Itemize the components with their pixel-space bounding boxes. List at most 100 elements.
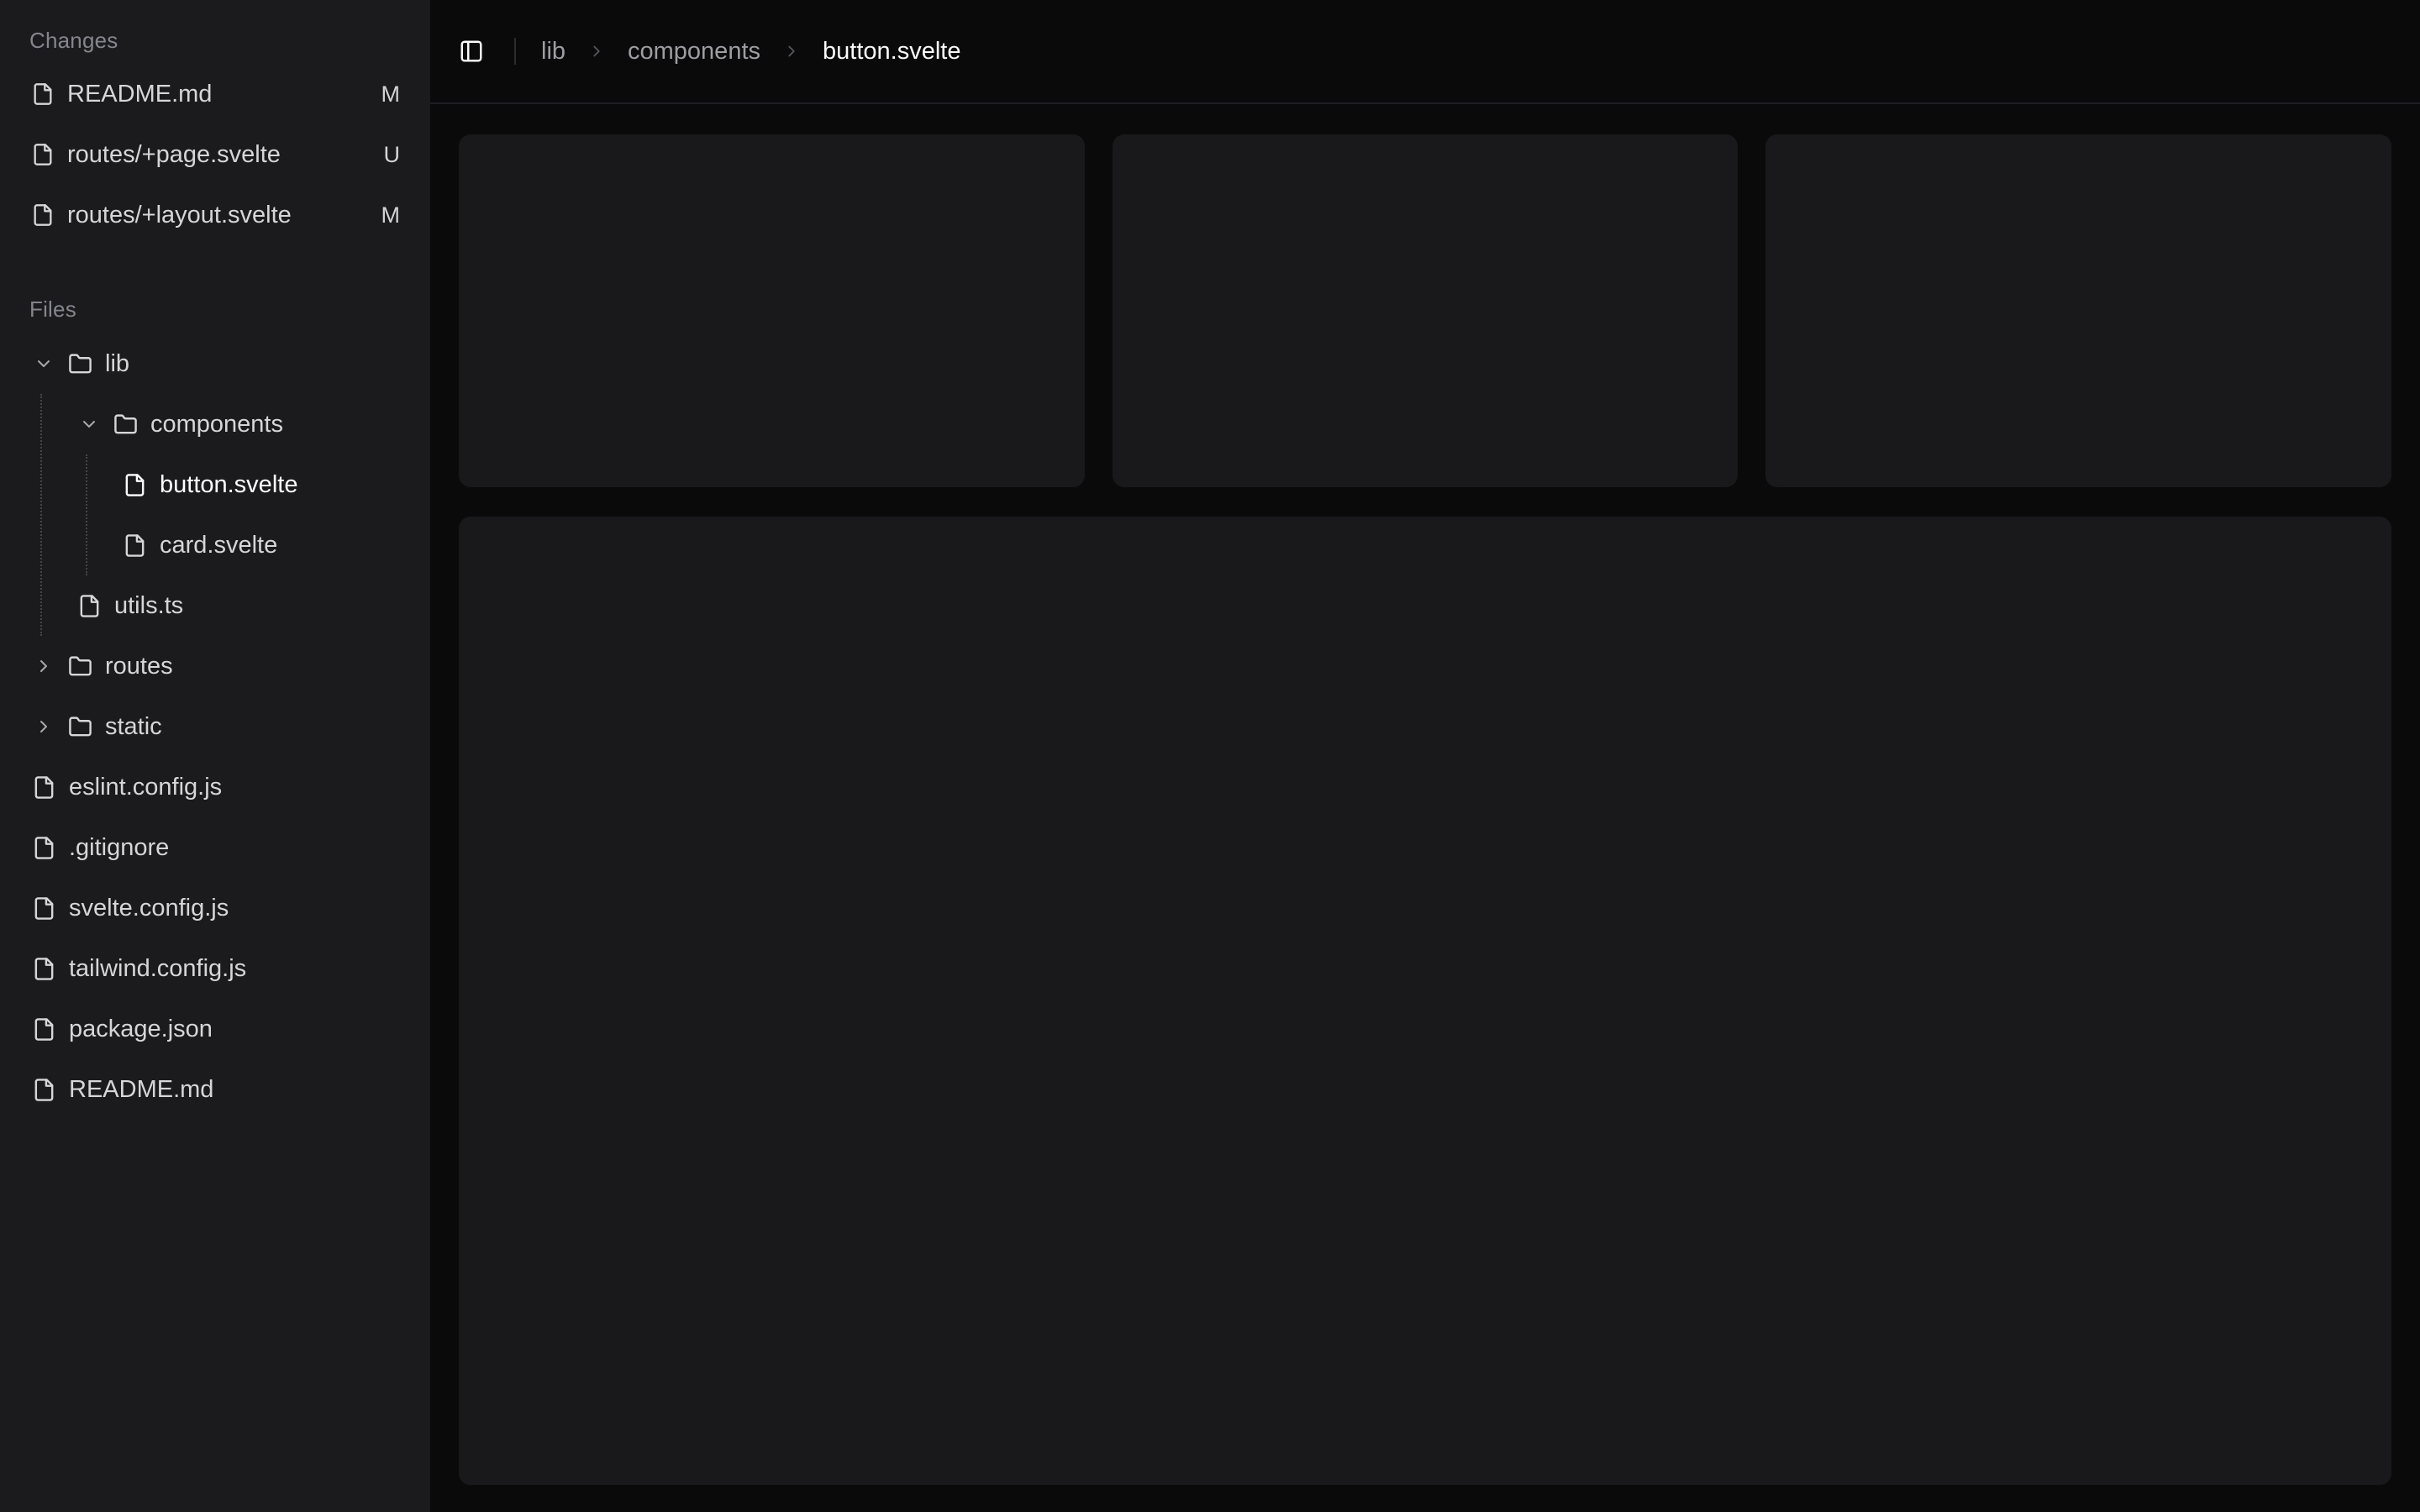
file-icon [32,836,56,860]
tree-group: button.svelte card.svelte [86,454,430,575]
folder-icon [113,412,138,437]
tree-item-label: .gitignore [69,834,169,862]
changes-item-name: routes/+page.svelte [67,141,281,169]
tree-row-folder[interactable]: components [77,394,430,454]
large-card-slot [459,487,2391,1485]
file-icon [31,143,55,166]
file-icon [32,957,56,981]
tree-row-file[interactable]: tailwind.config.js [32,938,430,999]
changes-item[interactable]: routes/+page.svelte U [0,124,430,185]
tree-node: eslint.config.js [32,757,430,817]
tree-row-file[interactable]: eslint.config.js [32,757,430,817]
tree-node: lib components button.svelte card.svelte uti… [32,333,430,636]
tree-node: routes [32,636,430,696]
chevron-right-icon [34,717,54,737]
topbar: lib components button.svelte [430,0,2420,104]
tree-row-folder[interactable]: lib [32,333,430,394]
chevron-wrap [77,414,101,434]
chevron-right-icon [587,42,606,60]
changes-item-name: README.md [67,81,212,108]
tree-item-label: tailwind.config.js [69,955,246,983]
tree-node: tailwind.config.js [32,938,430,999]
tree-node: static [32,696,430,757]
tree-item-label: button.svelte [160,471,297,499]
file-icon [32,775,56,800]
sidebar: Changes README.md Mroutes/+page.svelte Uro… [0,0,430,1512]
tree-row-file[interactable]: package.json [32,999,430,1059]
chevron-down-icon [79,414,99,434]
tree-node: README.md [32,1059,430,1120]
tree-item-label: package.json [69,1016,213,1043]
topbar-divider [514,38,516,65]
panel-left-icon [459,39,484,64]
tree-item-label: components [150,411,283,438]
changes-list: README.md Mroutes/+page.svelte Uroutes/+la… [0,64,430,245]
file-icon [123,473,147,497]
chevron-right-icon [782,42,801,60]
folder-icon [68,715,92,739]
tree-row-file[interactable]: .gitignore [32,817,430,878]
tree-row-folder[interactable]: routes [32,636,430,696]
tree-row-file[interactable]: README.md [32,1059,430,1120]
tree-row-file[interactable]: button.svelte [123,454,430,515]
main-area: lib components button.svelte [430,0,2420,1512]
file-icon [32,1078,56,1102]
breadcrumb-separator [782,42,801,60]
tree-row-folder[interactable]: static [32,696,430,757]
tree-node: svelte.config.js [32,878,430,938]
git-status-badge: M [381,81,401,108]
content [430,104,2420,1512]
tree-item-label: README.md [69,1076,213,1104]
file-icon [77,594,102,618]
tree-item-label: svelte.config.js [69,895,229,922]
tree-row-file[interactable]: utils.ts [77,575,430,636]
placeholder-card [1765,134,2391,487]
breadcrumb-current: button.svelte [823,38,960,66]
folder-icon [68,352,92,376]
chevron-wrap [32,717,55,737]
breadcrumb-link[interactable]: components [628,38,760,66]
tree-item-label: card.svelte [160,532,277,559]
chevron-wrap [32,656,55,676]
file-icon [32,896,56,921]
placeholder-card [459,134,1085,487]
tree-root: lib components button.svelte card.svelte uti… [0,333,430,1120]
tree-group: components button.svelte card.svelte utils.… [40,394,430,636]
placeholder-card [1113,134,1739,487]
tree-row-file[interactable]: card.svelte [123,515,430,575]
chevron-down-icon [34,354,54,374]
chevron-right-icon [34,656,54,676]
breadcrumb: lib components button.svelte [541,38,960,66]
tree-row-file[interactable]: svelte.config.js [32,878,430,938]
file-tree: lib components button.svelte card.svelte uti… [0,333,430,1120]
sidebar-toggle-button[interactable] [459,33,492,70]
chevron-wrap [32,354,55,374]
git-status-badge: M [381,202,401,228]
changes-item[interactable]: routes/+layout.svelte M [0,185,430,245]
files-section-label: Files [0,294,430,324]
tree-item-label: eslint.config.js [69,774,222,801]
files-section: Files lib components button.svelte card.sve… [0,294,430,1120]
file-icon [31,203,55,227]
git-status-badge: U [384,142,401,168]
tree-node: components button.svelte card.svelte [77,394,430,575]
tree-item-label: utils.ts [114,592,183,620]
tree-node: package.json [32,999,430,1059]
tree-node: .gitignore [32,817,430,878]
breadcrumb-link[interactable]: lib [541,38,566,66]
tree-node: button.svelte [123,454,430,515]
tree-node: card.svelte [123,515,430,575]
changes-item-name: routes/+layout.svelte [67,202,292,229]
tree-node: utils.ts [77,575,430,636]
placeholder-card-row [459,134,2391,487]
changes-item[interactable]: README.md M [0,64,430,124]
tree-item-label: lib [105,350,129,378]
breadcrumb-separator [587,42,606,60]
file-icon [123,533,147,558]
tree-item-label: static [105,713,162,741]
tree-item-label: routes [105,653,173,680]
changes-section-label: Changes [0,25,430,55]
folder-icon [68,654,92,679]
placeholder-card-large [459,517,2391,1485]
file-icon [31,82,55,106]
